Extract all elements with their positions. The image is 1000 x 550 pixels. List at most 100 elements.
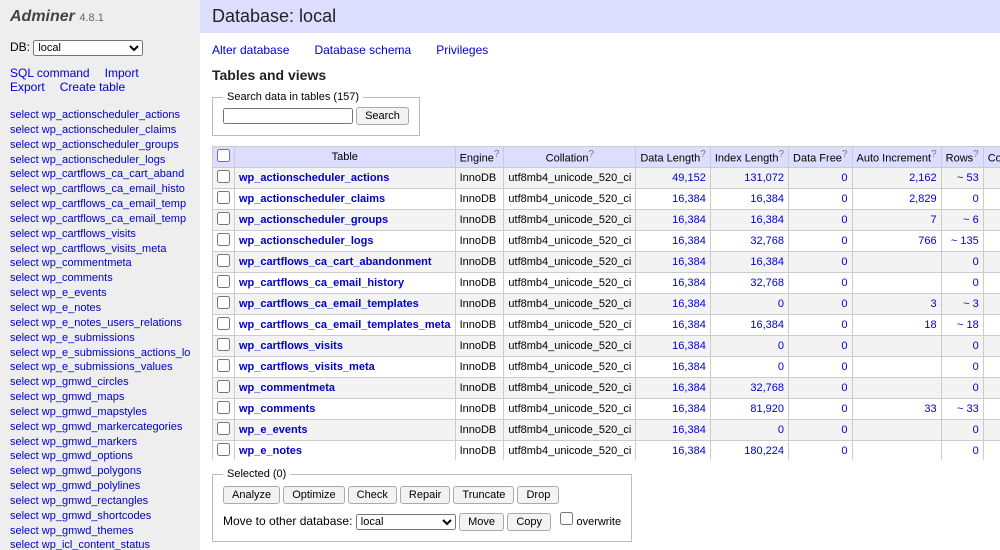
sidebar-item[interactable]: select wp_e_submissions_actions_lo	[10, 346, 190, 361]
tables-table: Table Engine? Collation? Data Length? In…	[212, 146, 1000, 460]
sidebar-item[interactable]: select wp_cartflows_ca_cart_aband	[10, 167, 190, 182]
check-button[interactable]: Check	[348, 486, 397, 504]
table-row: wp_actionscheduler_actions InnoDB utf8mb…	[213, 168, 1000, 189]
privileges-link[interactable]: Privileges	[436, 43, 488, 57]
table-link[interactable]: wp_actionscheduler_logs	[239, 235, 373, 247]
sidebar-item[interactable]: select wp_gmwd_markers	[10, 435, 190, 450]
sidebar-item[interactable]: select wp_icl_content_status	[10, 538, 190, 550]
sidebar-item[interactable]: select wp_e_notes_users_relations	[10, 316, 190, 331]
row-checkbox[interactable]	[217, 380, 230, 393]
create-table-link[interactable]: Create table	[60, 80, 125, 94]
table-link[interactable]: wp_cartflows_visits	[239, 340, 343, 352]
sidebar-item[interactable]: select wp_cartflows_visits	[10, 227, 190, 242]
repair-button[interactable]: Repair	[400, 486, 450, 504]
col-collation[interactable]: Collation?	[504, 147, 636, 168]
sidebar-item[interactable]: select wp_actionscheduler_groups	[10, 138, 190, 153]
search-legend: Search data in tables (157)	[223, 91, 363, 103]
row-checkbox[interactable]	[217, 275, 230, 288]
selected-legend: Selected (0)	[223, 468, 290, 480]
col-data-length[interactable]: Data Length?	[636, 147, 711, 168]
table-link[interactable]: wp_cartflows_visits_meta	[239, 361, 375, 373]
table-row: wp_e_notes InnoDB utf8mb4_unicode_520_ci…	[213, 441, 1000, 461]
row-checkbox[interactable]	[217, 191, 230, 204]
truncate-button[interactable]: Truncate	[453, 486, 514, 504]
row-checkbox[interactable]	[217, 254, 230, 267]
table-link[interactable]: wp_actionscheduler_actions	[239, 172, 389, 184]
move-button[interactable]: Move	[459, 513, 504, 531]
table-link[interactable]: wp_cartflows_ca_email_history	[239, 277, 404, 289]
table-link[interactable]: wp_e_notes	[239, 445, 302, 457]
row-checkbox[interactable]	[217, 422, 230, 435]
table-link[interactable]: wp_cartflows_ca_email_templates_meta	[239, 319, 451, 331]
row-checkbox[interactable]	[217, 317, 230, 330]
row-checkbox[interactable]	[217, 233, 230, 246]
overwrite-label[interactable]: overwrite	[560, 516, 621, 528]
db-select[interactable]: local	[33, 40, 143, 56]
col-engine[interactable]: Engine?	[455, 147, 504, 168]
sidebar-item[interactable]: select wp_actionscheduler_actions	[10, 108, 190, 123]
sidebar-item[interactable]: select wp_gmwd_polygons	[10, 464, 190, 479]
select-all-checkbox[interactable]	[217, 149, 230, 162]
table-link[interactable]: wp_comments	[239, 403, 315, 415]
move-db-select[interactable]: local	[356, 514, 456, 530]
table-link[interactable]: wp_actionscheduler_groups	[239, 214, 388, 226]
sidebar-item[interactable]: select wp_e_submissions	[10, 331, 190, 346]
export-link[interactable]: Export	[10, 80, 45, 94]
copy-button[interactable]: Copy	[507, 513, 551, 531]
table-link[interactable]: wp_actionscheduler_claims	[239, 193, 385, 205]
sidebar-item[interactable]: select wp_cartflows_ca_email_temp	[10, 212, 190, 227]
col-comment[interactable]: Comment?	[983, 147, 1000, 168]
table-link[interactable]: wp_cartflows_ca_cart_abandonment	[239, 256, 432, 268]
tables-tbody: wp_actionscheduler_actions InnoDB utf8mb…	[213, 168, 1000, 461]
col-rows[interactable]: Rows?	[941, 147, 983, 168]
sidebar-item[interactable]: select wp_e_events	[10, 286, 190, 301]
row-checkbox[interactable]	[217, 401, 230, 414]
sidebar-item[interactable]: select wp_gmwd_polylines	[10, 479, 190, 494]
sidebar-item[interactable]: select wp_gmwd_rectangles	[10, 494, 190, 509]
table-row: wp_cartflows_ca_email_templates InnoDB u…	[213, 294, 1000, 315]
schema-link[interactable]: Database schema	[314, 43, 411, 57]
sidebar-item[interactable]: select wp_cartflows_ca_email_temp	[10, 197, 190, 212]
analyze-button[interactable]: Analyze	[223, 486, 280, 504]
search-button[interactable]: Search	[356, 107, 409, 125]
col-auto-increment[interactable]: Auto Increment?	[852, 147, 941, 168]
row-checkbox[interactable]	[217, 443, 230, 456]
row-checkbox[interactable]	[217, 170, 230, 183]
table-row: wp_actionscheduler_claims InnoDB utf8mb4…	[213, 189, 1000, 210]
sidebar-item[interactable]: select wp_gmwd_mapstyles	[10, 405, 190, 420]
table-row: wp_cartflows_ca_email_history InnoDB utf…	[213, 273, 1000, 294]
sidebar-item[interactable]: select wp_e_notes	[10, 301, 190, 316]
sidebar-item[interactable]: select wp_comments	[10, 271, 190, 286]
row-checkbox[interactable]	[217, 212, 230, 225]
sidebar-item[interactable]: select wp_cartflows_visits_meta	[10, 242, 190, 257]
search-input[interactable]	[223, 108, 353, 124]
sidebar-item[interactable]: select wp_gmwd_options	[10, 449, 190, 464]
table-link[interactable]: wp_e_events	[239, 424, 307, 436]
sidebar-item[interactable]: select wp_e_submissions_values	[10, 360, 190, 375]
drop-button[interactable]: Drop	[517, 486, 559, 504]
row-checkbox[interactable]	[217, 338, 230, 351]
table-row: wp_actionscheduler_groups InnoDB utf8mb4…	[213, 210, 1000, 231]
sidebar-item[interactable]: select wp_commentmeta	[10, 256, 190, 271]
table-link[interactable]: wp_commentmeta	[239, 382, 335, 394]
row-checkbox[interactable]	[217, 359, 230, 372]
sidebar-item[interactable]: select wp_gmwd_themes	[10, 524, 190, 539]
table-link[interactable]: wp_cartflows_ca_email_templates	[239, 298, 419, 310]
optimize-button[interactable]: Optimize	[283, 486, 344, 504]
col-index-length[interactable]: Index Length?	[710, 147, 788, 168]
import-link[interactable]: Import	[105, 66, 139, 80]
row-checkbox[interactable]	[217, 296, 230, 309]
sidebar-item[interactable]: select wp_actionscheduler_logs	[10, 153, 190, 168]
col-data-free[interactable]: Data Free?	[789, 147, 852, 168]
sidebar-item[interactable]: select wp_gmwd_shortcodes	[10, 509, 190, 524]
sidebar-item[interactable]: select wp_gmwd_markercategories	[10, 420, 190, 435]
sidebar-item[interactable]: select wp_gmwd_circles	[10, 375, 190, 390]
col-table[interactable]: Table	[235, 147, 456, 168]
sidebar-item[interactable]: select wp_gmwd_maps	[10, 390, 190, 405]
sql-command-link[interactable]: SQL command	[10, 66, 90, 80]
overwrite-checkbox[interactable]	[560, 512, 573, 525]
alter-db-link[interactable]: Alter database	[212, 43, 289, 57]
sidebar-item[interactable]: select wp_actionscheduler_claims	[10, 123, 190, 138]
main: Database: local Alter database Database …	[200, 0, 1000, 550]
sidebar-item[interactable]: select wp_cartflows_ca_email_histo	[10, 182, 190, 197]
